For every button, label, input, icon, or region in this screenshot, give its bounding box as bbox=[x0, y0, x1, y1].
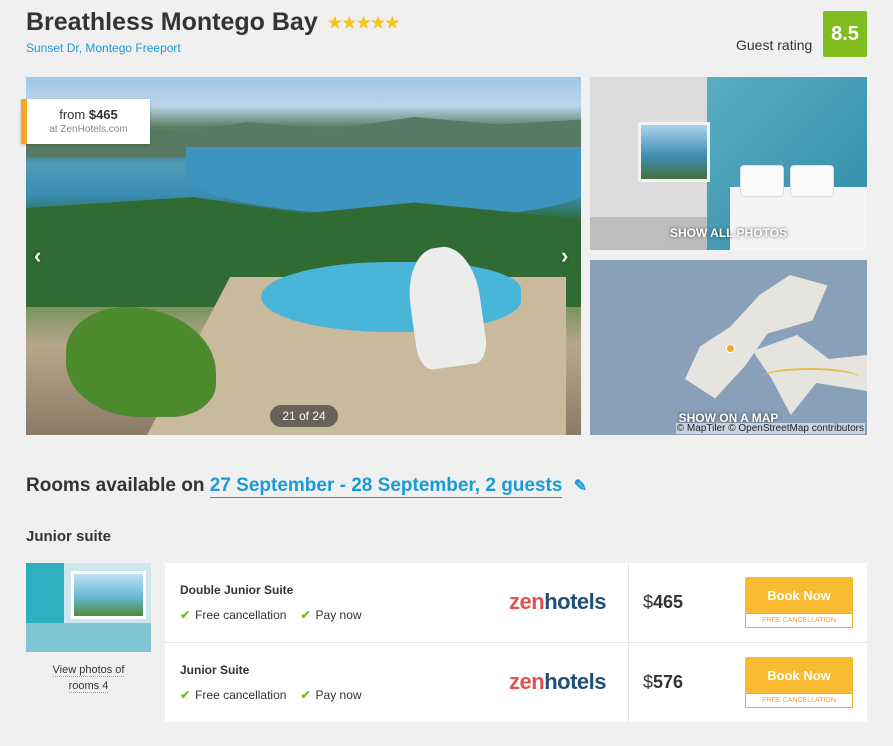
price-currency: $ bbox=[643, 672, 654, 692]
offer-price: $465 bbox=[643, 592, 683, 613]
logo-hotels: hotels bbox=[544, 669, 606, 694]
hotel-name: Breathless Montego Bay bbox=[26, 8, 318, 36]
offer-row: Junior Suite ✔ Free cancellation ✔ Pay now… bbox=[165, 642, 867, 722]
offer-perks: ✔ Free cancellation ✔ Pay now bbox=[180, 688, 362, 702]
perk-pay-now: ✔ Pay now bbox=[300, 688, 361, 702]
offer-divider bbox=[628, 643, 629, 722]
guest-rating-label: Guest rating bbox=[736, 37, 813, 53]
rooms-dates-link[interactable]: 27 September - 28 September, 2 guests bbox=[209, 475, 563, 498]
free-cancellation-badge: FREE CANCELLATION bbox=[745, 613, 853, 628]
logo-hotels: hotels bbox=[544, 589, 606, 614]
offer-perks: ✔ Free cancellation ✔ Pay now bbox=[180, 608, 362, 622]
chevron-left-icon[interactable]: ‹ bbox=[34, 243, 41, 269]
thumb-view bbox=[71, 571, 146, 619]
view-photos-line2: rooms 4 bbox=[68, 680, 109, 693]
price-currency: $ bbox=[643, 592, 654, 612]
room-type-title: Junior suite bbox=[26, 528, 112, 545]
price-from-value: $465 bbox=[88, 107, 118, 122]
hotel-title-row: Breathless Montego Bay ★★★★★ bbox=[26, 8, 399, 37]
room-photo-pillow bbox=[740, 165, 784, 197]
photo-lawn bbox=[66, 307, 216, 417]
zenhotels-logo: zenhotels bbox=[509, 589, 606, 615]
room-photo-window bbox=[638, 122, 710, 182]
photo-counter: 21 of 24 bbox=[270, 405, 338, 427]
perk-label: Pay now bbox=[315, 688, 362, 702]
zenhotels-logo: zenhotels bbox=[509, 669, 606, 695]
room-photo-pillow bbox=[790, 165, 834, 197]
view-room-photos-link[interactable]: View photos of rooms 4 bbox=[26, 662, 151, 694]
perk-label: Pay now bbox=[315, 608, 362, 622]
book-now-button[interactable]: Book Now bbox=[745, 657, 853, 693]
free-cancellation-badge: FREE CANCELLATION bbox=[745, 693, 853, 708]
perk-label: Free cancellation bbox=[195, 688, 287, 702]
pencil-icon[interactable]: ✎ bbox=[574, 478, 587, 495]
price-tag: from $465 at ZenHotels.com bbox=[21, 99, 150, 144]
check-icon: ✔ bbox=[300, 688, 311, 702]
map-marker-icon bbox=[726, 344, 735, 353]
star-rating-icon: ★★★★★ bbox=[327, 14, 400, 32]
perk-free-cancellation: ✔ Free cancellation bbox=[180, 608, 286, 622]
offer-room-name: Junior Suite bbox=[180, 663, 250, 677]
perk-pay-now: ✔ Pay now bbox=[300, 608, 361, 622]
price-value: 576 bbox=[653, 672, 684, 692]
check-icon: ✔ bbox=[180, 688, 191, 702]
offers-table: Double Junior Suite ✔ Free cancellation ✔… bbox=[165, 563, 867, 722]
rooms-heading: Rooms available on 27 September - 28 Sep… bbox=[26, 475, 587, 498]
show-all-photos-tile[interactable]: SHOW ALL PHOTOS bbox=[590, 77, 867, 250]
perk-free-cancellation: ✔ Free cancellation bbox=[180, 688, 286, 702]
offer-row: Double Junior Suite ✔ Free cancellation ✔… bbox=[165, 563, 867, 642]
show-all-photos-label[interactable]: SHOW ALL PHOTOS bbox=[590, 226, 867, 240]
check-icon: ✔ bbox=[180, 608, 191, 622]
offer-room-name: Double Junior Suite bbox=[180, 583, 294, 597]
view-photos-line1: View photos of bbox=[52, 664, 125, 677]
price-value: 465 bbox=[653, 592, 684, 612]
rooms-heading-prefix: Rooms available on bbox=[26, 475, 205, 496]
chevron-right-icon[interactable]: › bbox=[561, 243, 568, 269]
thumb-tub bbox=[26, 623, 151, 652]
price-from: from $465 bbox=[27, 107, 150, 122]
offer-divider bbox=[628, 563, 629, 642]
logo-zen: zen bbox=[509, 589, 545, 614]
guest-rating-badge: 8.5 bbox=[823, 11, 867, 57]
map-road bbox=[760, 368, 860, 388]
logo-zen: zen bbox=[509, 669, 545, 694]
offer-price: $576 bbox=[643, 672, 683, 693]
room-thumbnail[interactable] bbox=[26, 563, 151, 652]
hotel-address-link[interactable]: Sunset Dr, Montego Freeport bbox=[26, 41, 181, 55]
price-from-label: from bbox=[59, 107, 86, 122]
price-source: at ZenHotels.com bbox=[49, 124, 128, 135]
book-now-button[interactable]: Book Now bbox=[745, 577, 853, 613]
perk-label: Free cancellation bbox=[195, 608, 287, 622]
map-attribution[interactable]: © MapTiler © OpenStreetMap contributors bbox=[675, 423, 865, 434]
check-icon: ✔ bbox=[300, 608, 311, 622]
map-tile[interactable]: SHOW ON A MAP © MapTiler © OpenStreetMap… bbox=[590, 260, 867, 435]
